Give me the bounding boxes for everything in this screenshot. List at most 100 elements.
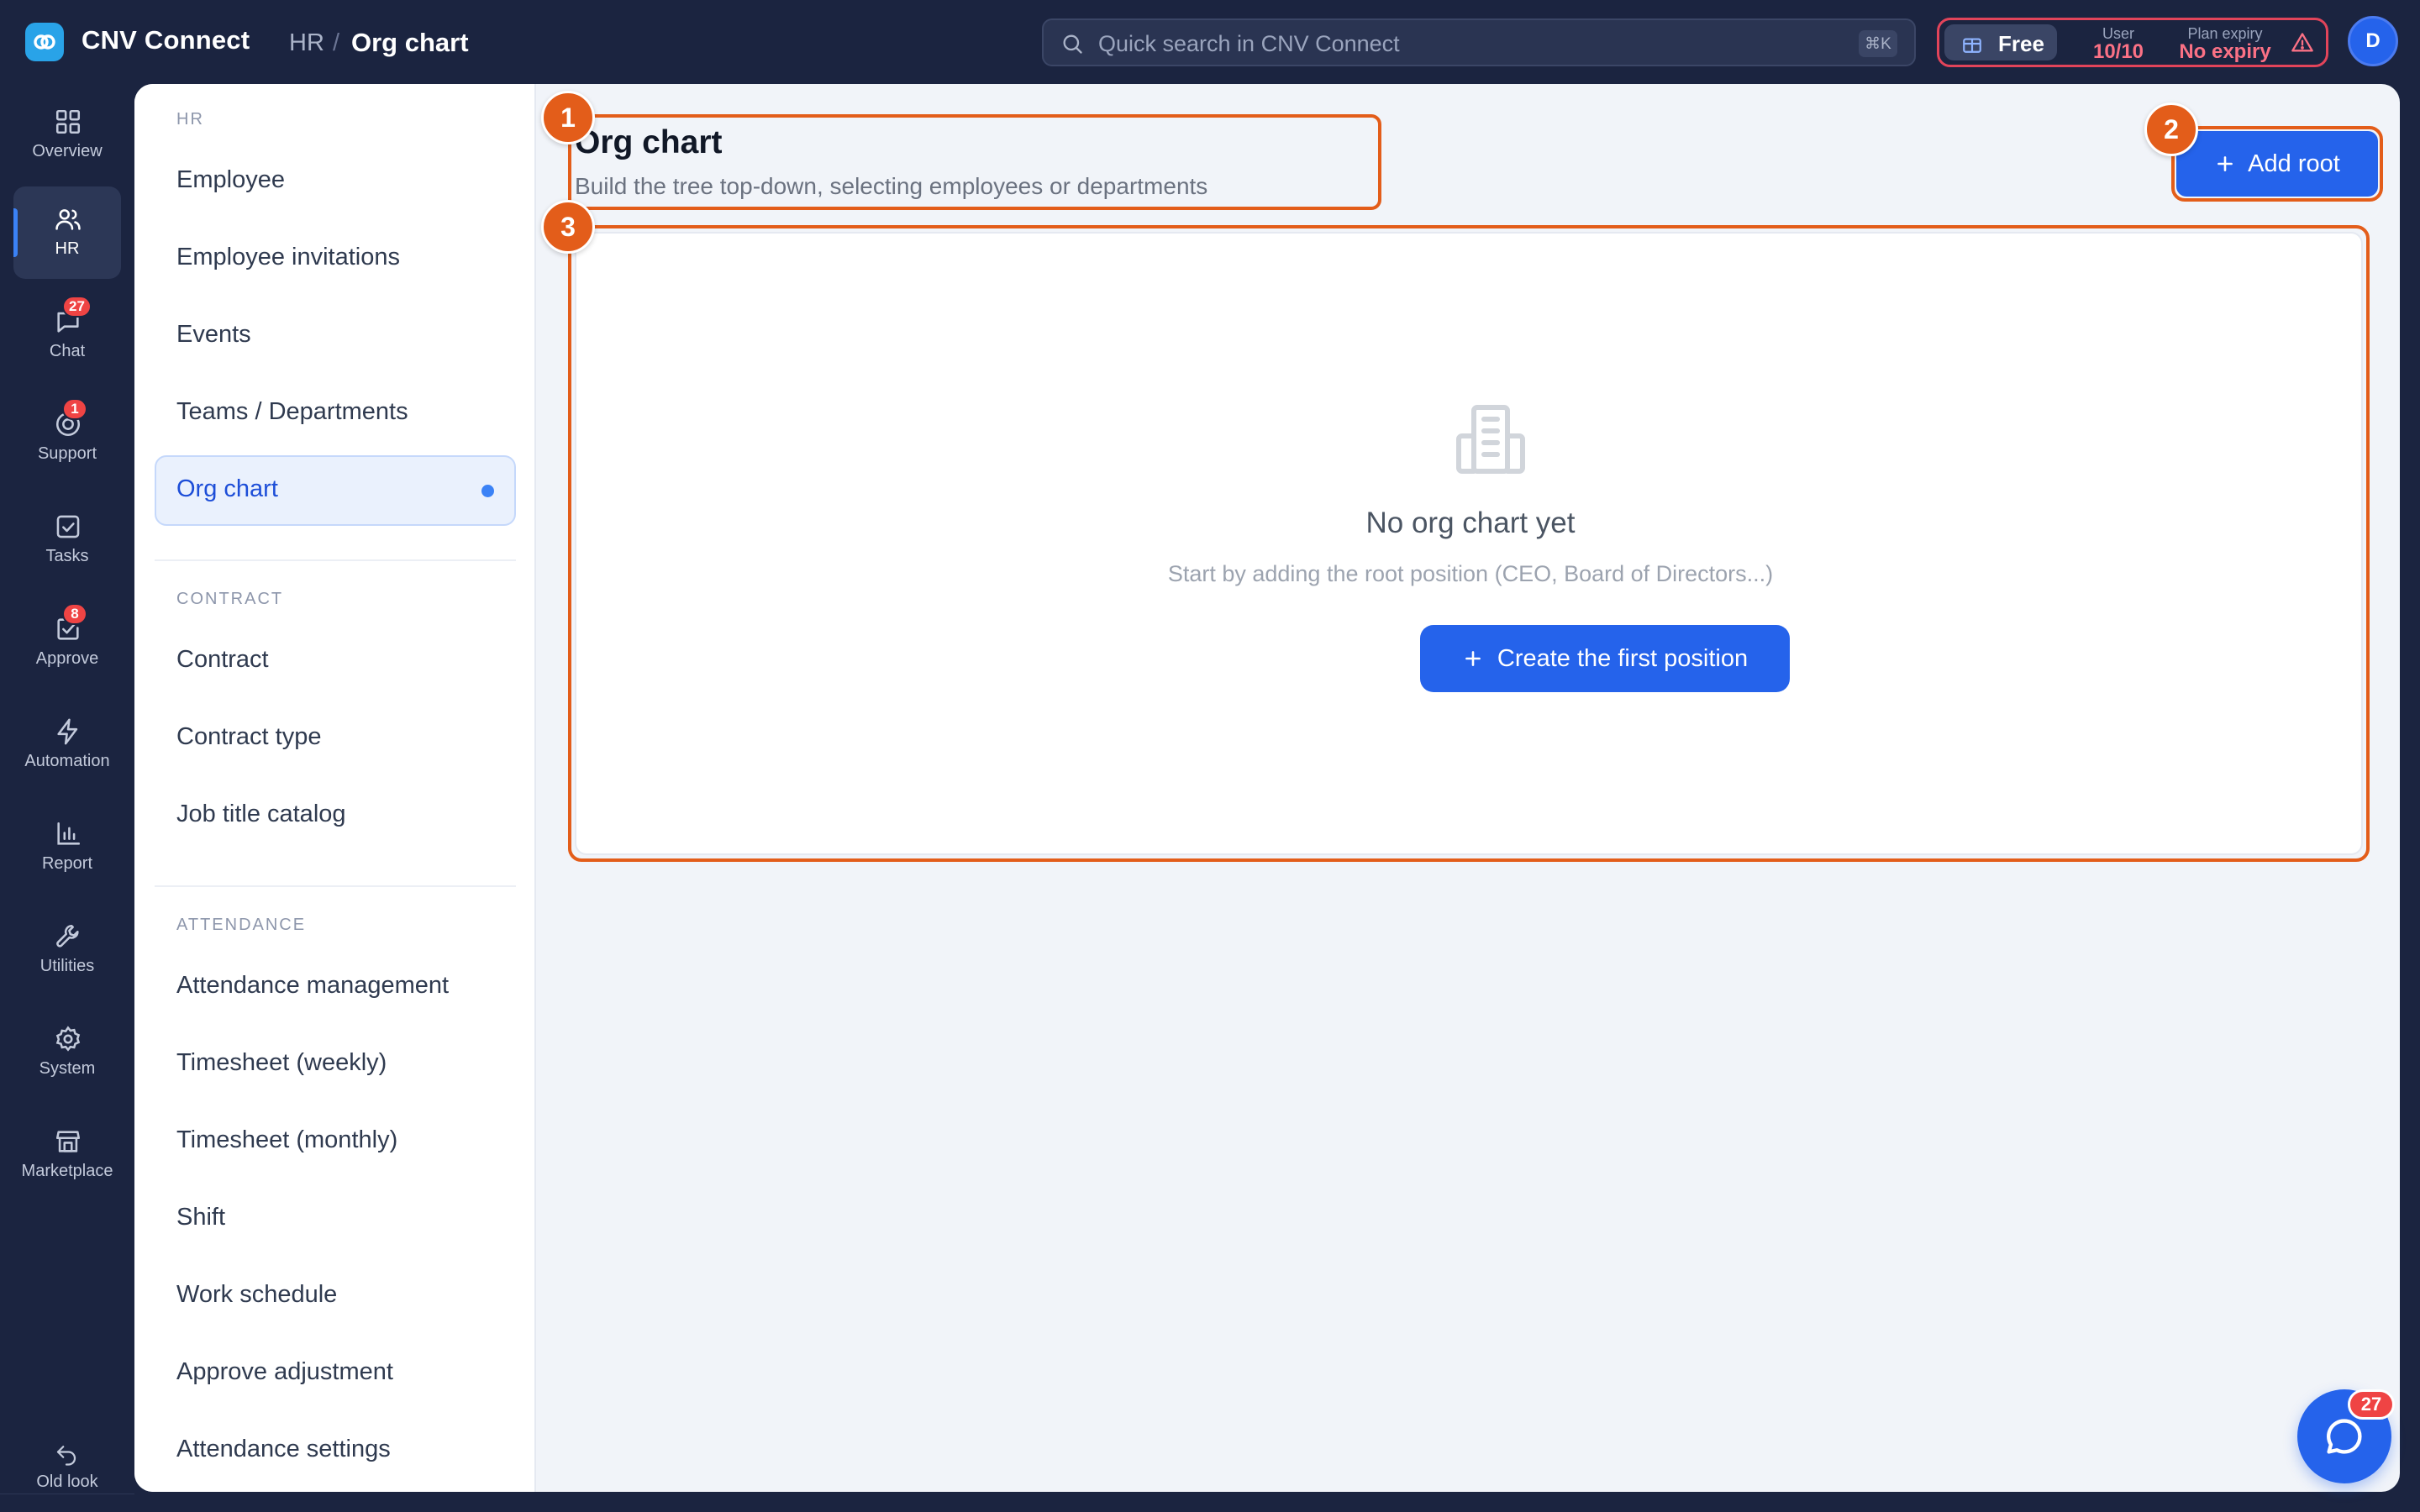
wrench-icon [54,922,82,951]
rail-label: Chat [49,342,86,360]
rail-item-report[interactable]: Report [13,801,121,894]
rail-item-support[interactable]: 1 Support [13,391,121,484]
nav-label: Employee [176,166,285,193]
logo-mark-icon [34,34,55,50]
create-first-position-button[interactable]: Create the first position [1420,625,1790,692]
rail-item-chat[interactable]: 27 Chat [13,289,121,381]
user-count-value: 10/10 [2092,40,2144,63]
search-shortcut-badge: ⌘K [1859,30,1897,57]
create-first-position-label: Create the first position [1497,644,1749,672]
undo-icon [54,1441,82,1470]
nav-label: Contract type [176,723,322,750]
users-icon [54,205,82,234]
chat-badge: 27 [62,296,92,318]
rail-label: Utilities [39,957,95,975]
chat-bubble-icon [2323,1415,2366,1458]
app-name: CNV Connect [82,25,250,55]
callout-2: 2 [2144,102,2198,156]
gift-icon [1961,33,1983,55]
rail-item-system[interactable]: System [13,1006,121,1099]
rail-item-utilities[interactable]: Utilities [13,904,121,996]
empty-state-subtitle: Start by adding the root position (CEO, … [1167,561,1774,586]
building-icon [1450,399,1531,480]
app-logo[interactable] [25,23,64,61]
nav-item-teams-departments[interactable]: Teams / Departments [155,378,516,449]
plan-status[interactable]: Free User 10/10 Plan expiry No expiry [1937,18,2328,67]
section-title-hr: HR [176,110,204,129]
nav-item-employee-invitations[interactable]: Employee invitations [155,223,516,294]
chat-fab-badge: 27 [2348,1389,2395,1420]
nav-label: Attendance management [176,972,450,999]
nav-item-events[interactable]: Events [155,301,516,371]
section-divider [155,885,516,887]
nav-label: Timesheet (monthly) [176,1126,398,1153]
plan-badge[interactable]: Free [1944,24,2057,60]
grid-icon [54,108,82,136]
support-badge: 1 [62,398,87,420]
rail-item-tasks[interactable]: Tasks [13,494,121,586]
callout-1: 1 [541,91,595,144]
rail-label: Support [37,444,97,463]
add-root-button[interactable]: Add root [2176,131,2378,197]
nav-item-employee[interactable]: Employee [155,146,516,217]
search-input[interactable]: Quick search in CNV Connect ⌘K [1042,18,1916,66]
plus-icon [1462,648,1484,669]
bar-chart-icon [54,820,82,848]
rail-label: Tasks [45,547,89,565]
nav-item-job-title-catalog[interactable]: Job title catalog [155,780,516,851]
rail-label: Report [41,854,93,873]
nav-label: Employee invitations [176,244,400,270]
user-avatar[interactable]: D [2348,16,2398,66]
nav-item-timesheet-weekly[interactable]: Timesheet (weekly) [155,1029,516,1100]
rail-item-overview[interactable]: Overview [13,89,121,181]
rail-item-marketplace[interactable]: Marketplace [13,1109,121,1201]
approve-badge: 8 [62,603,87,625]
nav-item-org-chart[interactable]: Org chart [155,455,516,526]
breadcrumb-current: Org chart [351,28,469,57]
sub-navigation: HR Employee Employee invitations Events … [134,84,536,1492]
app-rail: Overview HR 27 Chat 1 Support Tasks 8 Ap… [0,84,134,1512]
search-icon [1060,32,1084,55]
nav-item-attendance-settings[interactable]: Attendance settings [155,1415,516,1486]
nav-label: Teams / Departments [176,398,408,425]
nav-label: Org chart [176,475,278,502]
empty-state-title: No org chart yet [1365,507,1576,539]
plus-icon [2214,153,2236,175]
task-check-icon [54,512,82,541]
nav-label: Contract [176,646,269,673]
rail-item-hr[interactable]: HR [13,186,121,279]
nav-label: Work schedule [176,1281,338,1308]
rail-label: Overview [32,142,103,160]
nav-item-attendance-management[interactable]: Attendance management [155,952,516,1022]
search-placeholder: Quick search in CNV Connect [1098,31,1400,56]
old-look-label: Old look [36,1473,98,1491]
breadcrumb-separator: / [333,29,340,56]
nav-label: Job title catalog [176,801,346,827]
nav-label: Approve adjustment [176,1358,393,1385]
old-look-button[interactable]: Old look [13,1420,121,1512]
active-indicator-dot [481,485,494,497]
content-panel: HR Employee Employee invitations Events … [134,84,2400,1492]
section-title-attendance: ATTENDANCE [176,916,307,934]
rail-item-approve[interactable]: 8 Approve [13,596,121,689]
nav-label: Shift [176,1204,226,1231]
nav-item-work-schedule[interactable]: Work schedule [155,1261,516,1331]
page-title: Org chart [575,124,723,160]
breadcrumb-hr[interactable]: HR [289,29,324,57]
nav-item-contract[interactable]: Contract [155,626,516,696]
rail-item-automation[interactable]: Automation [13,699,121,791]
rail-label: Automation [24,752,110,770]
nav-item-timesheet-monthly[interactable]: Timesheet (monthly) [155,1106,516,1177]
top-bar: CNV Connect HR / Org chart Quick search … [0,0,2420,84]
rail-label: Marketplace [21,1162,113,1180]
nav-item-contract-type[interactable]: Contract type [155,703,516,774]
lightning-icon [54,717,82,746]
nav-item-shift[interactable]: Shift [155,1184,516,1254]
nav-label: Attendance settings [176,1436,391,1462]
nav-item-approve-adjustment[interactable]: Approve adjustment [155,1338,516,1409]
nav-label: Events [176,321,251,348]
rail-label: System [39,1059,96,1078]
warning-icon [2291,31,2314,55]
gear-icon [54,1025,82,1053]
section-title-contract: CONTRACT [176,590,284,608]
